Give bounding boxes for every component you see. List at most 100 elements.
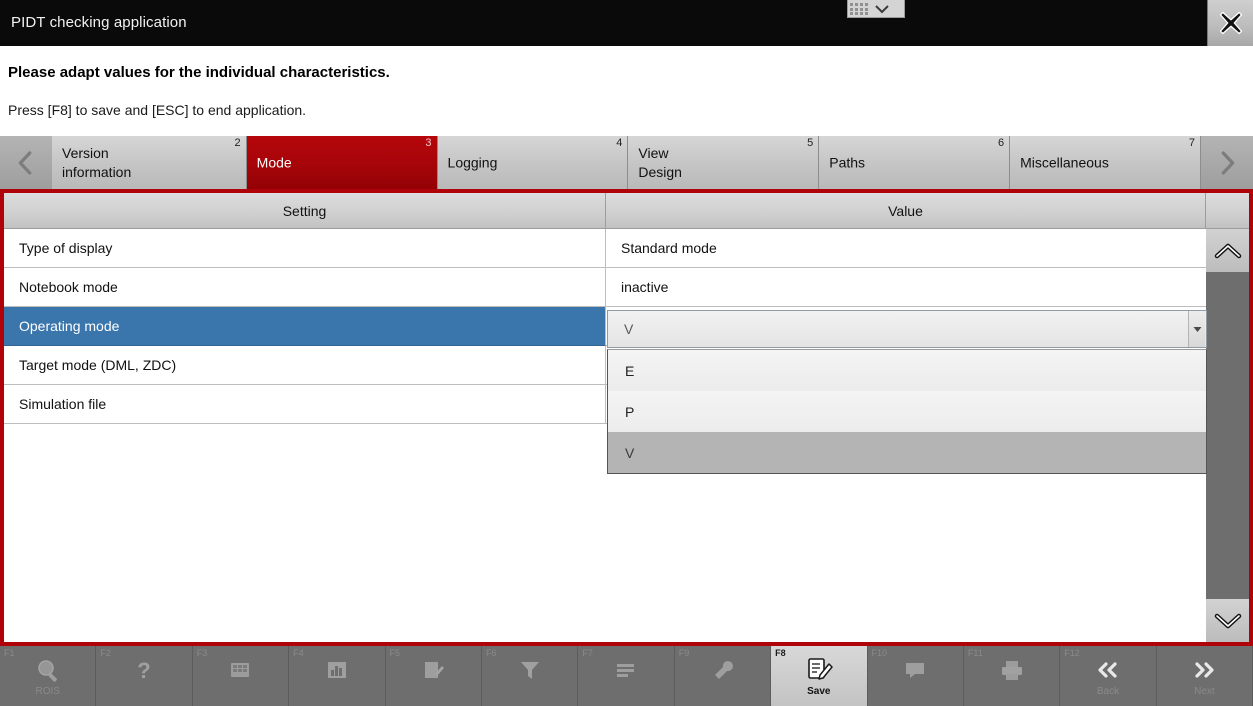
note-edit-icon [420, 655, 446, 685]
comment-icon [902, 655, 928, 685]
scroll-down-button[interactable] [1206, 599, 1249, 642]
combobox-value: V [624, 321, 634, 337]
toolbar-button-help[interactable]: F2 ? [96, 646, 193, 706]
toolbar-button-back[interactable]: F12 Back [1060, 646, 1157, 706]
save-icon [805, 655, 833, 685]
printer-icon [999, 655, 1025, 685]
instruction-panel: Please adapt values for the individual c… [0, 46, 1253, 136]
toolbar-button-list[interactable]: F7 [578, 646, 675, 706]
table-row[interactable]: Notebook mode inactive [4, 268, 1249, 307]
toolbar-button-print[interactable]: F11 [963, 646, 1061, 706]
operating-mode-dropdown-list[interactable]: E P V [607, 349, 1207, 474]
toolbar-button-chart[interactable]: F4 [289, 646, 386, 706]
column-header-setting: Setting [4, 193, 606, 229]
function-key-toolbar: F1 ROIS F2 ? F3 F4 F5 F6 F7 F9 F8 Save F… [0, 646, 1253, 706]
grid-handle-icon [850, 2, 868, 15]
keypad-icon [227, 655, 253, 685]
chevron-up-icon [1214, 243, 1241, 258]
tab-number: 4 [616, 137, 623, 149]
tab-label: Version information [62, 144, 132, 180]
chevron-down-icon [1214, 613, 1241, 628]
dropdown-option-p[interactable]: P [608, 391, 1206, 432]
table-row[interactable]: Type of display Standard mode [4, 229, 1249, 268]
tab-label: Miscellaneous [1020, 154, 1109, 170]
tab-number: 6 [997, 137, 1005, 149]
toolbar-button-comment[interactable]: F10 [867, 646, 964, 706]
floating-mini-widget[interactable] [847, 0, 905, 18]
tab-paths[interactable]: 6 Paths [819, 136, 1011, 189]
fkey-label: F5 [389, 648, 401, 658]
column-header-value: Value [606, 193, 1206, 229]
cell-setting: Simulation file [4, 385, 606, 424]
tab-view-design[interactable]: 5 View Design [628, 136, 820, 189]
toolbar-button-note-edit[interactable]: F5 [385, 646, 482, 706]
chevron-down-icon [875, 4, 889, 13]
tab-version-information[interactable]: 2 Version information [52, 136, 247, 189]
bar-chart-icon [324, 655, 350, 685]
instruction-secondary: Press [F8] to save and [ESC] to end appl… [8, 102, 307, 118]
window-title: PIDT checking application [11, 14, 187, 31]
help-icon: ? [131, 655, 157, 685]
close-button[interactable] [1207, 0, 1253, 46]
fkey-label: F9 [678, 648, 690, 658]
cell-setting: Notebook mode [4, 268, 606, 307]
tab-strip: 2 Version information 3 Mode 4 Logging 5… [0, 136, 1253, 189]
fkey-label: F6 [485, 648, 497, 658]
column-header-spacer [1206, 193, 1249, 229]
tab-label: View Design [638, 144, 682, 180]
tab-number: 2 [234, 137, 241, 149]
tabs-next-button[interactable] [1200, 136, 1253, 189]
tabs-prev-button[interactable] [0, 136, 52, 189]
cell-value[interactable]: inactive [606, 268, 1206, 307]
fkey-label: F2 [100, 648, 111, 658]
title-bar: PIDT checking application [0, 0, 1253, 46]
fkey-label: F7 [582, 648, 593, 658]
fkey-label: F10 [871, 648, 888, 658]
fkey-label: F12 [1064, 648, 1080, 658]
double-left-icon [1093, 655, 1123, 685]
tab-number: 3 [425, 137, 432, 149]
cell-value[interactable]: Standard mode [606, 229, 1206, 268]
cell-setting: Type of display [4, 229, 606, 268]
dropdown-option-e[interactable]: E [608, 350, 1206, 391]
toolbar-button-rois[interactable]: F1 ROIS [0, 646, 97, 706]
svg-text:?: ? [137, 658, 150, 683]
toolbar-button-wrench[interactable]: F9 [674, 646, 772, 706]
operating-mode-combobox[interactable]: V [607, 310, 1207, 348]
combobox-dropdown-button[interactable] [1188, 311, 1205, 347]
tab-label: Mode [256, 154, 292, 170]
dropdown-arrow-icon [1193, 326, 1201, 332]
fkey-label: F4 [293, 648, 304, 658]
tab-logging[interactable]: 4 Logging [437, 136, 629, 189]
list-icon [613, 655, 639, 685]
toolbar-button-label: Next [1194, 685, 1215, 697]
toolbar-button-filter[interactable]: F6 [481, 646, 579, 706]
chevron-right-icon [1221, 150, 1235, 175]
wrench-icon [709, 655, 735, 685]
cell-setting: Operating mode [4, 307, 606, 346]
scroll-up-button[interactable] [1206, 229, 1249, 272]
toolbar-button-label: Save [807, 685, 831, 697]
toolbar-button-next[interactable]: Next [1156, 646, 1253, 706]
toolbar-button-keypad[interactable]: F3 [192, 646, 290, 706]
scroll-column [1206, 229, 1249, 642]
fkey-label: F8 [775, 648, 786, 658]
magnifier-icon [35, 655, 61, 685]
cell-setting: Target mode (DML, ZDC) [4, 346, 606, 385]
chevron-left-icon [18, 150, 32, 175]
toolbar-button-label: Back [1096, 685, 1120, 697]
double-right-icon [1189, 655, 1219, 685]
tab-miscellaneous[interactable]: 7 Miscellaneous [1010, 136, 1201, 189]
tab-label: Paths [829, 154, 866, 170]
tab-number: 5 [807, 137, 814, 149]
fkey-label: F11 [967, 648, 983, 658]
fkey-label: F1 [4, 648, 15, 658]
tab-number: 7 [1188, 137, 1195, 149]
toolbar-button-label: ROIS [35, 685, 60, 697]
settings-panel: Setting Value Type of display Standard m… [0, 189, 1253, 646]
toolbar-button-save[interactable]: F8 Save [771, 646, 868, 706]
dropdown-option-v[interactable]: V [608, 432, 1206, 473]
instruction-primary: Please adapt values for the individual c… [8, 64, 390, 81]
fkey-label: F3 [196, 648, 208, 658]
tab-mode[interactable]: 3 Mode [246, 136, 438, 189]
